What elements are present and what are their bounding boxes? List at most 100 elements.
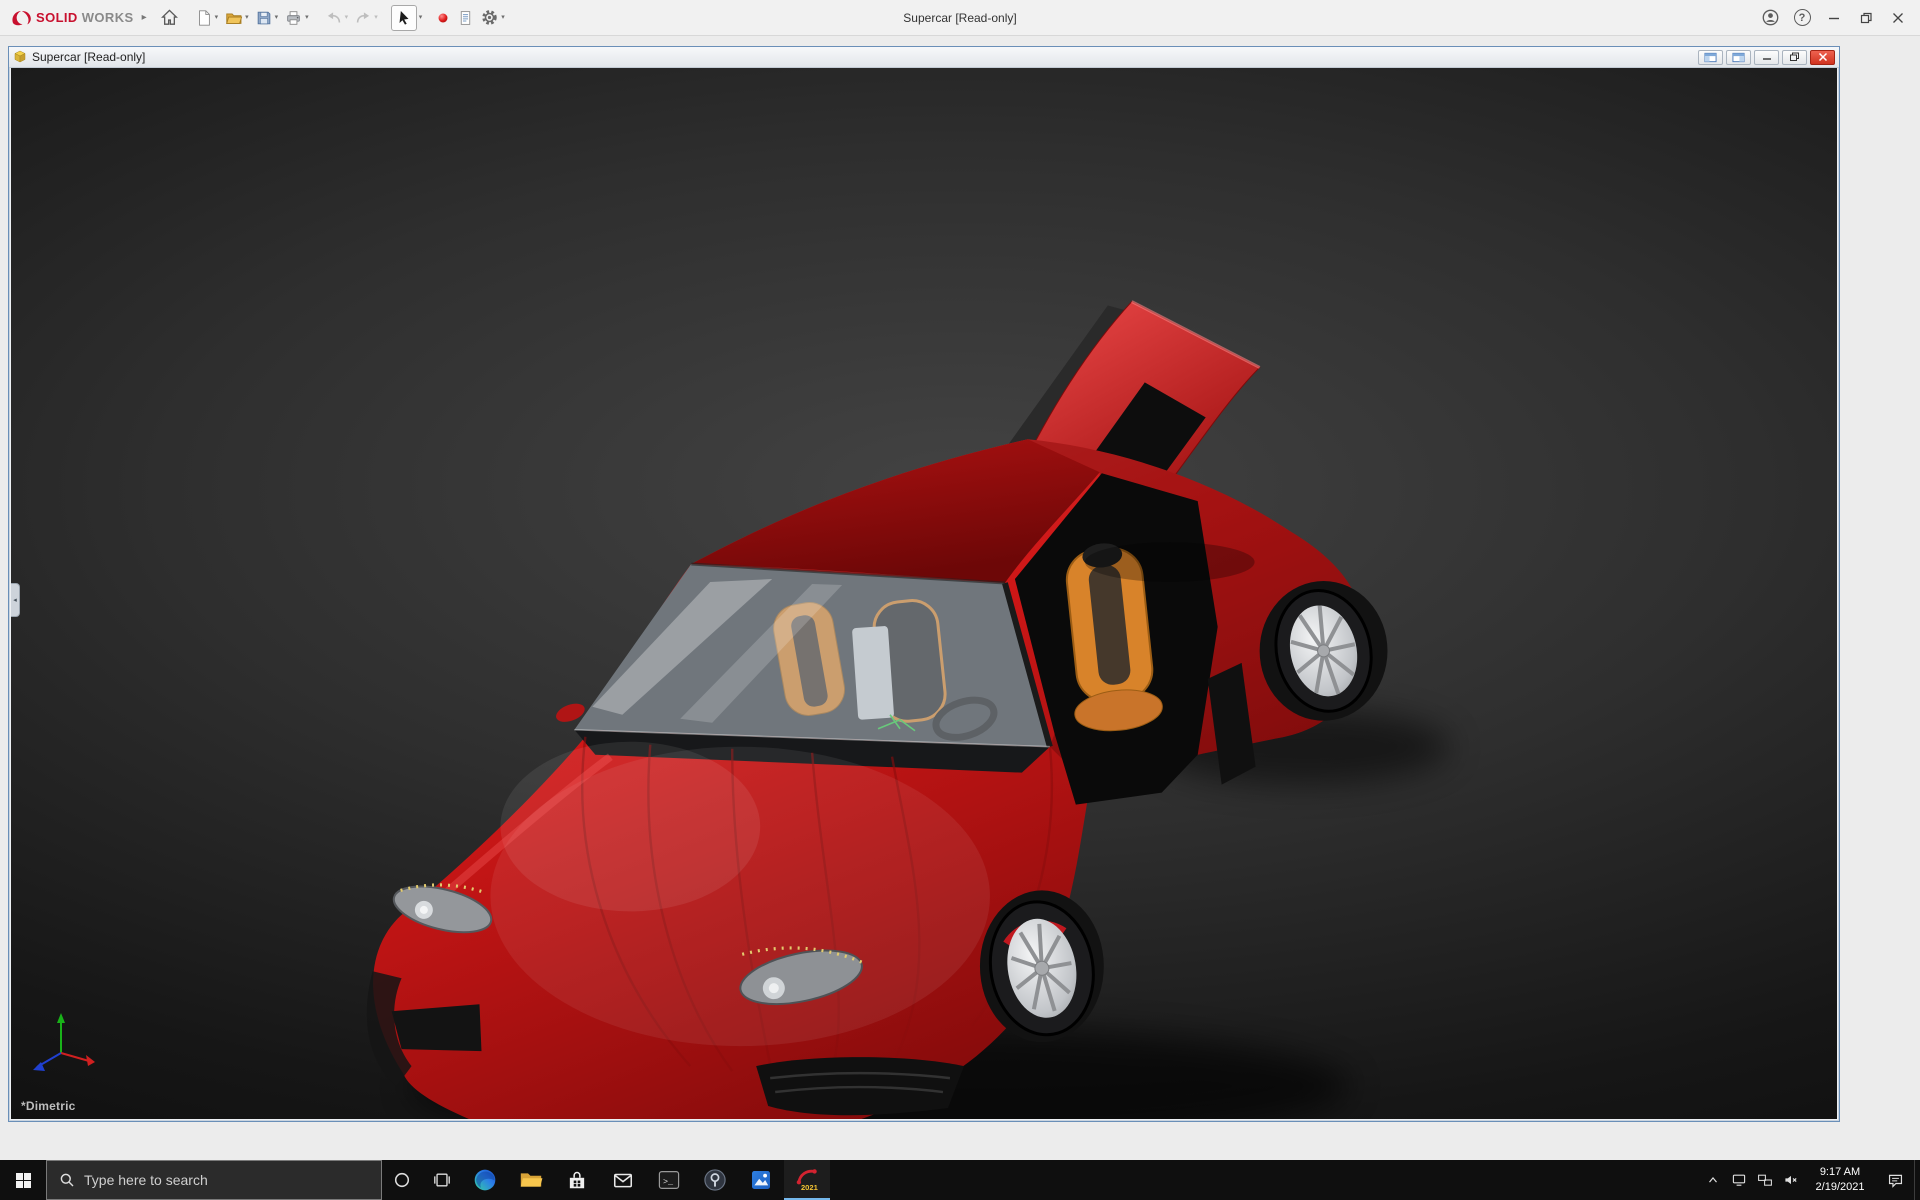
doc-restore-button[interactable] bbox=[1782, 49, 1807, 65]
solidworks-app-button[interactable]: 2021 bbox=[784, 1160, 830, 1200]
svg-text:2021: 2021 bbox=[801, 1183, 818, 1192]
task-view-button[interactable] bbox=[422, 1160, 462, 1200]
display-pane-left-button[interactable] bbox=[1698, 49, 1723, 65]
taskbar-search-box[interactable] bbox=[46, 1160, 382, 1200]
terminal-app-button[interactable]: >_ bbox=[646, 1160, 692, 1200]
volume-tray-button[interactable] bbox=[1778, 1160, 1804, 1200]
redo-icon bbox=[356, 11, 370, 23]
store-app-button[interactable] bbox=[554, 1160, 600, 1200]
new-document-dropdown[interactable]: ▾ bbox=[215, 14, 219, 21]
file-explorer-app-button[interactable] bbox=[508, 1160, 554, 1200]
cortana-icon bbox=[394, 1172, 410, 1188]
rebuild-button[interactable] bbox=[432, 5, 454, 31]
open-button[interactable]: ▾ bbox=[221, 5, 252, 31]
mail-icon bbox=[613, 1173, 633, 1188]
new-document-icon bbox=[198, 9, 210, 26]
solidworks-logo: SOLID WORKS bbox=[6, 9, 138, 27]
file-properties-button[interactable] bbox=[454, 5, 477, 31]
cortana-button[interactable] bbox=[382, 1160, 422, 1200]
search-input[interactable] bbox=[84, 1172, 369, 1188]
app-window-controls: ? bbox=[1754, 1, 1914, 35]
brand-text-works: WORKS bbox=[81, 10, 134, 25]
menu-expand-arrow[interactable]: ▸ bbox=[142, 12, 147, 23]
display-tray-button[interactable] bbox=[1726, 1160, 1752, 1200]
undo-icon bbox=[327, 11, 340, 23]
redo-button[interactable]: ▾ bbox=[351, 5, 381, 31]
gear-icon bbox=[482, 10, 497, 25]
hidden-icons-button[interactable] bbox=[1700, 1160, 1726, 1200]
print-button[interactable]: ▾ bbox=[281, 5, 312, 31]
doc-close-button[interactable] bbox=[1810, 49, 1835, 65]
save-icon bbox=[257, 11, 270, 24]
edge-app-button[interactable] bbox=[462, 1160, 508, 1200]
save-dropdown[interactable]: ▾ bbox=[275, 14, 279, 21]
app-close-button[interactable] bbox=[1882, 1, 1914, 35]
print-dropdown[interactable]: ▾ bbox=[305, 14, 309, 21]
help-icon: ? bbox=[1793, 9, 1811, 26]
options-button[interactable]: ▾ bbox=[477, 5, 508, 31]
app-title-bar: SOLID WORKS ▸ ▾ ▾ ▾ ▾ ▾ ▾ ▾ ▾ Supercar [… bbox=[0, 0, 1920, 36]
photos-app-button[interactable] bbox=[738, 1160, 784, 1200]
mail-app-button[interactable] bbox=[600, 1160, 646, 1200]
photos-icon bbox=[752, 1171, 770, 1189]
taskbar-clock[interactable]: 9:17 AM 2/19/2021 bbox=[1804, 1160, 1876, 1200]
document-window-controls bbox=[1698, 49, 1835, 65]
save-button[interactable]: ▾ bbox=[252, 5, 282, 31]
network-tray-button[interactable] bbox=[1752, 1160, 1778, 1200]
app-minimize-button[interactable] bbox=[1818, 1, 1850, 35]
options-dropdown[interactable]: ▾ bbox=[501, 14, 505, 21]
edge-icon bbox=[474, 1169, 496, 1191]
file-properties-icon bbox=[461, 10, 471, 25]
undo-button[interactable]: ▾ bbox=[322, 5, 352, 31]
doc-minimize-button[interactable] bbox=[1754, 49, 1779, 65]
search-icon bbox=[60, 1173, 74, 1187]
pane-left-icon bbox=[1704, 52, 1717, 62]
supercar-3d-model[interactable] bbox=[11, 68, 1837, 1119]
undo-dropdown[interactable]: ▾ bbox=[345, 14, 349, 21]
display-pane-right-button[interactable] bbox=[1726, 49, 1751, 65]
account-button[interactable] bbox=[1754, 1, 1786, 35]
redo-dropdown[interactable]: ▾ bbox=[374, 14, 378, 21]
account-icon bbox=[1762, 9, 1778, 26]
assembly-document-icon bbox=[14, 50, 26, 63]
restore-icon bbox=[1860, 12, 1872, 23]
open-dropdown[interactable]: ▾ bbox=[245, 14, 249, 21]
help-button[interactable]: ? bbox=[1786, 1, 1818, 35]
featuremanager-collapsed-tab[interactable]: ◂ bbox=[11, 582, 20, 617]
show-desktop-button[interactable] bbox=[1914, 1160, 1920, 1200]
brand-text-solid: SOLID bbox=[36, 10, 78, 25]
system-tray: 9:17 AM 2/19/2021 bbox=[1700, 1160, 1920, 1200]
svg-text:>_: >_ bbox=[663, 1177, 674, 1187]
volume-muted-icon bbox=[1785, 1175, 1797, 1185]
rebuild-stoplight-icon bbox=[438, 13, 448, 22]
app-restore-button[interactable] bbox=[1850, 1, 1882, 35]
display-icon bbox=[1732, 1174, 1746, 1186]
open-folder-icon bbox=[226, 13, 243, 24]
doc-restore-icon bbox=[1789, 52, 1799, 61]
view-orientation-label: *Dimetric bbox=[21, 1099, 76, 1113]
select-cursor-icon bbox=[399, 10, 409, 25]
app-window-title: Supercar [Read-only] bbox=[903, 10, 1017, 25]
terminal-icon: >_ bbox=[658, 1171, 680, 1189]
start-button[interactable] bbox=[0, 1160, 46, 1200]
solidworks-app-icon: 2021 bbox=[796, 1169, 818, 1192]
network-icon bbox=[1758, 1174, 1772, 1186]
home-icon bbox=[160, 9, 178, 25]
round-dark-app-button[interactable] bbox=[692, 1160, 738, 1200]
doc-close-icon bbox=[1818, 52, 1827, 62]
action-center-button[interactable] bbox=[1876, 1160, 1914, 1200]
new-document-button[interactable]: ▾ bbox=[192, 5, 222, 31]
clock-time: 9:17 AM bbox=[1819, 1166, 1861, 1179]
clock-date: 2/19/2021 bbox=[1815, 1181, 1865, 1193]
document-title: Supercar [Read-only] bbox=[32, 50, 146, 64]
document-window: Supercar [Read-only] *Dimetric ◂ bbox=[8, 46, 1840, 1122]
select-tool-button[interactable] bbox=[390, 4, 417, 31]
minimize-icon bbox=[1829, 17, 1839, 19]
action-center-icon bbox=[1888, 1174, 1902, 1188]
graphics-viewport[interactable]: *Dimetric ◂ bbox=[11, 68, 1837, 1119]
select-tool-dropdown[interactable]: ▾ bbox=[419, 14, 423, 21]
pane-right-icon bbox=[1732, 52, 1745, 62]
dassault-systemes-icon bbox=[12, 10, 31, 25]
home-button[interactable] bbox=[157, 5, 182, 31]
document-titlebar[interactable]: Supercar [Read-only] bbox=[9, 47, 1839, 68]
